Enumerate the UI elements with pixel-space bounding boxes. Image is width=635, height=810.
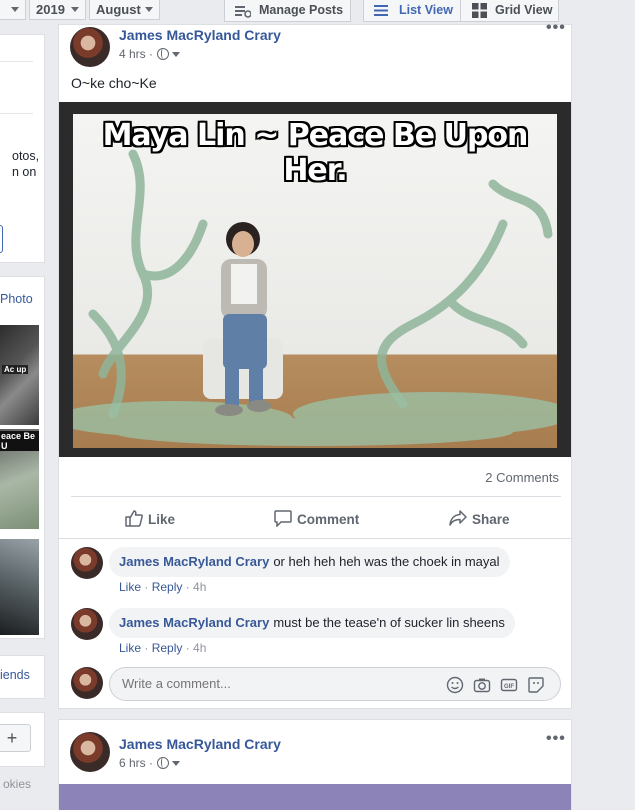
globe-icon: [157, 48, 170, 60]
avatar[interactable]: [70, 27, 110, 67]
comment-icon: [274, 510, 292, 528]
avatar[interactable]: [71, 608, 103, 640]
friends-link[interactable]: iends: [0, 668, 30, 682]
comment-author[interactable]: James MacRyland Crary: [119, 615, 269, 630]
more-options-icon[interactable]: •••: [546, 19, 566, 37]
list-view-button[interactable]: List View: [363, 0, 461, 22]
post-meta: 6 hrs ·: [119, 756, 181, 770]
comment-timestamp[interactable]: 4h: [193, 641, 206, 655]
grid-icon: [472, 3, 487, 18]
friends-card: iends: [0, 655, 45, 699]
edit-button[interactable]: [0, 225, 3, 253]
avatar: [71, 667, 103, 699]
cookies-link[interactable]: okies: [3, 777, 31, 791]
privacy-dropdown-icon[interactable]: [172, 52, 181, 57]
comment-like-link[interactable]: Like: [119, 580, 141, 594]
comment-text: must be the tease'n of sucker lin sheens: [273, 615, 505, 630]
month2-select-label: August: [96, 2, 141, 17]
write-comment-box: GIF: [109, 667, 561, 701]
month2-select-dropdown[interactable]: August: [89, 0, 160, 20]
divider: [0, 61, 33, 62]
intro-text-fragment: n on: [12, 165, 37, 179]
comment-timestamp[interactable]: 4h: [193, 580, 206, 594]
comment-label: Comment: [297, 512, 360, 527]
share-icon: [449, 510, 467, 526]
comment-author[interactable]: James MacRyland Crary: [119, 554, 269, 569]
photo-thumbnail[interactable]: [0, 539, 39, 635]
photo-thumbnail[interactable]: Ac up: [0, 325, 39, 425]
photos-card: Photo Ac up eace Be U: [0, 276, 45, 639]
more-options-icon[interactable]: •••: [546, 730, 566, 748]
meme-caption: Maya Lin ~ Peace Be Upon Her.: [102, 118, 529, 188]
intro-text-fragment: otos,: [12, 149, 40, 163]
photo-thumbnail[interactable]: eace Be U: [0, 429, 39, 529]
divider: [71, 496, 561, 497]
thumbnail-caption: eace Be U: [0, 431, 39, 451]
grid-view-label: Grid View: [495, 3, 553, 17]
manage-posts-label: Manage Posts: [259, 3, 344, 17]
comment-reply-link[interactable]: Reply: [152, 641, 183, 655]
list-icon: [374, 5, 388, 16]
chevron-down-icon: [71, 7, 79, 12]
comment-text: or heh heh heh was the choek in mayal: [273, 554, 500, 569]
post-author[interactable]: James MacRyland Crary: [119, 736, 281, 752]
comment-bubble: James MacRyland Crary must be the tease'n…: [109, 608, 515, 638]
comment-meta: Like · Reply · 4h: [119, 580, 207, 594]
sticker-icon[interactable]: [527, 676, 545, 694]
language-card: +: [0, 712, 45, 767]
privacy-dropdown-icon[interactable]: [172, 761, 181, 766]
chevron-down-icon: [145, 7, 153, 12]
post-text: O~ke cho~Ke: [71, 75, 157, 91]
comment-count-link[interactable]: 2 Comments: [485, 470, 559, 485]
year-select-dropdown[interactable]: 2019: [29, 0, 86, 20]
comment-reply-link[interactable]: Reply: [152, 580, 183, 594]
divider: [59, 538, 571, 539]
list-view-label: List View: [399, 3, 453, 17]
comment-input[interactable]: [122, 676, 442, 691]
photos-link[interactable]: Photo: [0, 292, 33, 306]
post-image[interactable]: Maya Lin ~ Peace Be Upon Her.: [59, 102, 571, 457]
like-label: Like: [148, 512, 176, 527]
meme-photo: Maya Lin ~ Peace Be Upon Her.: [73, 114, 557, 448]
avatar[interactable]: [70, 732, 110, 772]
comment-button[interactable]: Comment: [274, 510, 360, 528]
timeline-toolbar: 2019 August Manage Posts List View Grid …: [0, 0, 635, 24]
month-select-dropdown[interactable]: [0, 0, 26, 20]
grid-view-button[interactable]: Grid View: [460, 0, 559, 22]
add-language-button[interactable]: +: [0, 724, 31, 752]
comment-meta: Like · Reply · 4h: [119, 641, 207, 655]
thumbnail-caption: Ac up: [2, 365, 29, 374]
chevron-down-icon: [11, 7, 19, 12]
thumbs-up-icon: [125, 510, 143, 527]
post-timestamp[interactable]: 6 hrs: [119, 756, 146, 770]
share-label: Share: [472, 512, 510, 527]
post-meta: 4 hrs ·: [119, 47, 181, 61]
globe-icon: [157, 757, 170, 769]
post-author[interactable]: James MacRyland Crary: [119, 27, 281, 43]
share-button[interactable]: Share: [449, 510, 510, 527]
plus-icon: +: [6, 728, 18, 748]
year-select-label: 2019: [36, 2, 65, 17]
manage-posts-button[interactable]: Manage Posts: [224, 0, 351, 22]
svg-text:GIF: GIF: [504, 684, 514, 690]
divider: [0, 113, 33, 114]
post-image[interactable]: [59, 784, 571, 810]
like-button[interactable]: Like: [125, 510, 175, 527]
emoji-icon[interactable]: [446, 676, 464, 694]
gif-icon[interactable]: GIF: [500, 676, 518, 694]
avatar[interactable]: [71, 547, 103, 579]
camera-icon[interactable]: [473, 676, 491, 694]
comment-bubble: James MacRyland Crary or heh heh heh was …: [109, 547, 510, 577]
manage-posts-icon: [235, 6, 251, 18]
timeline-post: James MacRyland Crary 4 hrs · ••• O~ke c…: [58, 19, 572, 709]
intro-card: otos, n on: [0, 34, 45, 263]
comment-like-link[interactable]: Like: [119, 641, 141, 655]
post-timestamp[interactable]: 4 hrs: [119, 47, 146, 61]
